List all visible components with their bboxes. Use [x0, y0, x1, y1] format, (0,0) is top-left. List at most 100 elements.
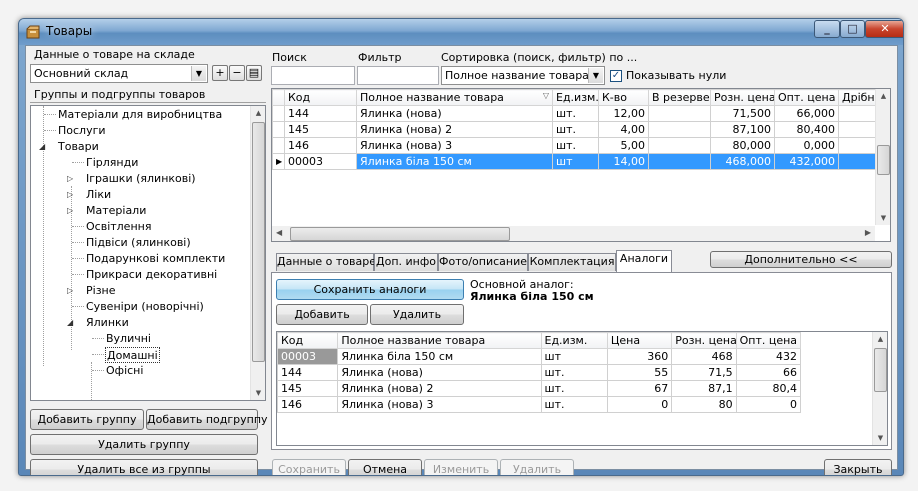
products-horizontal-scrollbar[interactable]: ◀ ▶ — [272, 226, 875, 241]
scroll-thumb[interactable] — [252, 122, 265, 362]
scroll-up-icon[interactable]: ▲ — [876, 89, 890, 103]
cancel-button[interactable]: Отмена — [348, 459, 422, 475]
search-input[interactable] — [271, 66, 355, 85]
maximize-button[interactable]: □ — [840, 20, 865, 38]
tree-node[interactable]: Матеріали для виробництва — [57, 107, 223, 123]
close-button[interactable]: Закрыть — [824, 459, 892, 475]
sort-select[interactable]: Полное название товара ▼ — [441, 66, 605, 85]
tree-node[interactable]: Ліки — [85, 187, 112, 203]
tree-node[interactable]: Подарункові комплекти — [85, 251, 226, 267]
save-analogs-button[interactable]: Сохранить аналоги — [276, 279, 464, 300]
add-group-button[interactable]: Добавить группу — [30, 409, 144, 430]
tree-node[interactable]: Іграшки (ялинкові) — [85, 171, 197, 187]
scroll-down-icon[interactable]: ▼ — [876, 211, 890, 225]
scroll-left-icon[interactable]: ◀ — [276, 228, 282, 237]
table-row[interactable]: 144 Ялинка (нова) шт. 12,00 71,500 66,00… — [272, 105, 890, 122]
tree-node[interactable]: Вуличні — [105, 331, 152, 347]
tab-analogs[interactable]: Аналоги — [616, 250, 672, 272]
scroll-thumb[interactable] — [877, 145, 890, 175]
collapsed-triangle-icon[interactable]: ▷ — [67, 206, 73, 215]
scroll-up-icon[interactable]: ▲ — [873, 332, 887, 346]
column-header[interactable]: Опт. цена — [774, 89, 839, 106]
table-row-selected[interactable]: ▶ 00003 Ялинка біла 150 см шт 14,00 468,… — [272, 153, 890, 170]
table-row[interactable]: 145 Ялинка (нова) 2 шт. 67 87,1 80,4 — [277, 380, 802, 397]
remove-warehouse-button[interactable]: − — [229, 65, 245, 81]
column-header[interactable]: Код — [277, 332, 339, 349]
table-row[interactable]: 146 Ялинка (нова) 3 шт. 5,00 80,000 0,00… — [272, 137, 890, 154]
column-header[interactable]: Полное название товара — [337, 332, 542, 349]
analogs-scrollbar[interactable]: ▲ ▼ — [872, 332, 887, 445]
table-cell: Ялинка (нова) 3 — [356, 137, 553, 154]
chevron-down-icon[interactable]: ▼ — [588, 68, 603, 83]
delete-all-button[interactable]: Удалить все из группы — [30, 459, 258, 475]
delete-analog-button[interactable]: Удалить — [370, 304, 464, 325]
minimize-button[interactable]: _ — [814, 20, 840, 38]
tree-node[interactable]: Освітлення — [85, 219, 152, 235]
tab-extra-info[interactable]: Доп. инфо — [374, 253, 438, 271]
save-button[interactable]: Сохранить — [272, 459, 346, 475]
scroll-thumb[interactable] — [874, 348, 887, 392]
column-header[interactable]: Ед.изм. — [540, 332, 608, 349]
table-row[interactable]: 146 Ялинка (нова) 3 шт. 0 80 0 — [277, 396, 802, 413]
scroll-up-icon[interactable]: ▲ — [251, 106, 265, 120]
collapsed-triangle-icon[interactable]: ▷ — [67, 286, 73, 295]
more-button[interactable]: Дополнительно << — [710, 251, 892, 268]
tree-node[interactable]: Послуги — [57, 123, 107, 139]
column-header[interactable]: Полное название товара ▽ — [356, 89, 553, 106]
warehouse-details-button[interactable]: ▤ — [246, 65, 262, 81]
show-zero-checkbox[interactable]: ✓ — [610, 70, 622, 82]
collapsed-triangle-icon[interactable]: ▷ — [67, 190, 73, 199]
column-header[interactable]: Код — [284, 89, 357, 106]
products-vertical-scrollbar[interactable]: ▲ ▼ — [875, 89, 890, 225]
table-row[interactable]: 144 Ялинка (нова) шт. 55 71,5 66 — [277, 364, 802, 381]
tree-node[interactable]: Підвіси (ялинкові) — [85, 235, 192, 251]
edit-button[interactable]: Изменить — [424, 459, 498, 475]
scroll-right-icon[interactable]: ▶ — [865, 228, 871, 237]
table-row[interactable]: 00003 Ялинка біла 150 см шт 360 468 432 — [277, 348, 802, 365]
column-header[interactable]: В резерве — [648, 89, 711, 106]
column-header[interactable]: Опт. цена — [735, 332, 802, 349]
title-bar[interactable]: Товары _ □ ✕ — [19, 19, 903, 45]
table-row[interactable]: 145 Ялинка (нова) 2 шт. 4,00 87,100 80,4… — [272, 121, 890, 138]
analogs-grid[interactable]: Код Полное название товара Ед.изм. Цена … — [276, 331, 888, 446]
tree-scrollbar[interactable]: ▲ ▼ — [250, 106, 265, 400]
groups-tree[interactable]: Матеріали для виробництва Послуги ◢ Това… — [30, 105, 266, 401]
add-analog-button[interactable]: Добавить — [276, 304, 368, 325]
tree-node[interactable]: Сувеніри (новорічні) — [85, 299, 205, 315]
tree-node[interactable]: Гірлянди — [85, 155, 139, 171]
tree-node[interactable]: Різне — [85, 283, 117, 299]
expanded-triangle-icon[interactable]: ◢ — [67, 318, 73, 327]
table-cell: 67 — [606, 380, 673, 397]
column-header[interactable]: Цена — [606, 332, 673, 349]
tree-node-selected[interactable]: Домашні — [105, 347, 160, 363]
delete-group-button[interactable]: Удалить группу — [30, 434, 258, 455]
tree-node[interactable]: Прикраси декоративні — [85, 267, 218, 283]
add-warehouse-button[interactable]: + — [212, 65, 228, 81]
add-subgroup-button[interactable]: Добавить подгруппу — [146, 409, 268, 430]
tree-node[interactable]: Товари — [57, 139, 100, 155]
tree-node[interactable]: Ялинки — [85, 315, 130, 331]
column-header[interactable]: Ед.изм. — [552, 89, 599, 106]
scroll-thumb[interactable] — [290, 227, 510, 241]
products-grid[interactable]: Код Полное название товара ▽ Ед.изм. К-во… — [271, 88, 891, 242]
tree-node[interactable]: Матеріали — [85, 203, 147, 219]
close-window-button[interactable]: ✕ — [865, 20, 903, 38]
tab-product-data[interactable]: Данные о товаре — [276, 253, 376, 271]
chevron-down-icon[interactable]: ▼ — [191, 66, 206, 81]
tab-photo-description[interactable]: Фото/описание — [438, 253, 528, 271]
column-header[interactable]: К-во — [598, 89, 649, 106]
tree-branch — [72, 162, 84, 163]
tab-kit[interactable]: Комплектация — [528, 253, 616, 271]
warehouse-select[interactable]: Основний склад ▼ — [30, 64, 208, 83]
collapsed-triangle-icon[interactable]: ▷ — [67, 174, 73, 183]
filter-input[interactable] — [357, 66, 439, 85]
delete-button[interactable]: Удалить — [500, 459, 574, 475]
column-header[interactable]: Розн. цена — [671, 332, 737, 349]
column-header[interactable]: Розн. цена — [710, 89, 775, 106]
scroll-down-icon[interactable]: ▼ — [873, 431, 887, 445]
scroll-down-icon[interactable]: ▼ — [251, 386, 265, 400]
tree-node[interactable]: Офісні — [105, 363, 144, 379]
table-cell: 66,000 — [774, 105, 839, 122]
expanded-triangle-icon[interactable]: ◢ — [39, 142, 45, 151]
warehouse-value: Основний склад — [34, 67, 129, 80]
